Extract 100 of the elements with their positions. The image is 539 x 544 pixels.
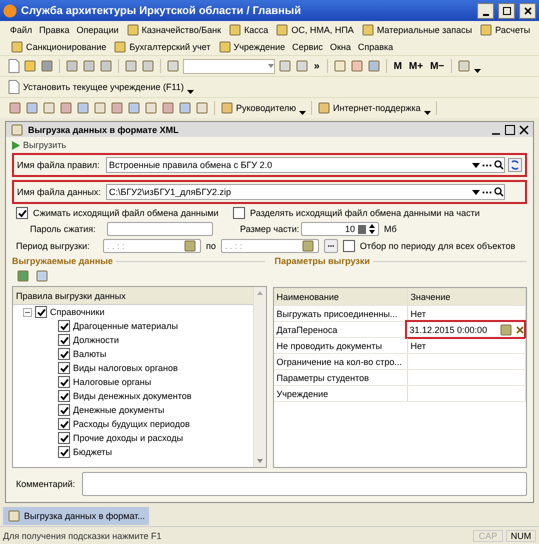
checkbox[interactable]	[58, 348, 70, 360]
status-hint: Для получения подсказки нажмите F1	[3, 530, 163, 540]
checkbox[interactable]	[58, 418, 70, 430]
tree-item[interactable]: Валюты	[73, 349, 106, 359]
tree-item[interactable]: Виды денежных документов	[73, 391, 192, 401]
tree-item[interactable]: Виды налоговых органов	[73, 363, 178, 373]
checkbox[interactable]	[58, 334, 70, 346]
section-title: Выгружаемые данные	[12, 256, 113, 266]
more-icon[interactable]	[482, 190, 492, 194]
close-button[interactable]	[519, 2, 536, 18]
checkbox[interactable]	[342, 240, 355, 252]
menu-item[interactable]: Учреждение	[234, 42, 286, 52]
dropdown-icon[interactable]	[472, 162, 480, 168]
toolbar-icon[interactable]	[317, 101, 332, 115]
file-field[interactable]: Встроенные правила обмена с БГУ 2.0	[106, 157, 505, 173]
clear-icon[interactable]	[516, 326, 524, 334]
menu-item[interactable]: Справка	[358, 42, 394, 52]
checkbox[interactable]	[58, 362, 70, 374]
menu-item[interactable]: Бухгалтерский учет	[129, 42, 210, 52]
menu-item[interactable]: Материальные запасы	[376, 24, 472, 34]
toolbar-icon[interactable]	[366, 59, 381, 73]
toolbar-button[interactable]: Интернет-поддержка	[333, 103, 421, 113]
comment-field[interactable]	[82, 472, 527, 496]
export-button[interactable]: Выгрузить	[12, 140, 66, 150]
scrollbar[interactable]	[252, 287, 266, 467]
more-icon[interactable]	[482, 164, 492, 166]
tree-item[interactable]: Прочие доходы и расходы	[73, 433, 184, 443]
toolbar-icon[interactable]	[278, 59, 292, 73]
toolbar-icon[interactable]	[99, 59, 113, 73]
set-institution-button[interactable]: Установить текущее учреждение (F11)	[23, 82, 184, 92]
menu-item[interactable]: Санкционирование	[26, 42, 106, 52]
caret-icon[interactable]	[299, 111, 306, 115]
field-label: Размер части:	[240, 224, 296, 234]
checkbox[interactable]	[58, 390, 70, 402]
file-field[interactable]: C:\БГУ2\изБГУ1_дляБГУ2.zip	[106, 184, 505, 200]
caret-icon[interactable]	[424, 111, 431, 115]
more-button[interactable]: »	[312, 60, 322, 72]
tree-item[interactable]: Драгоценные материалы	[73, 321, 178, 331]
toolbar-icon[interactable]	[332, 59, 347, 73]
more-button[interactable]	[324, 239, 338, 253]
part-size-field[interactable]: 10	[301, 222, 379, 236]
toolbar-icon[interactable]	[124, 59, 138, 73]
menu-item[interactable]: Казначейство/Банк	[142, 24, 222, 34]
checkbox[interactable]	[58, 432, 70, 444]
taskbar-button[interactable]: Выгрузка данных в формат...	[3, 507, 149, 525]
tree-item[interactable]: Справочники	[50, 307, 105, 317]
memory-button[interactable]: M−	[428, 60, 446, 72]
document-icon[interactable]	[8, 59, 20, 73]
search-field[interactable]	[183, 58, 275, 74]
spinner-icon[interactable]	[369, 224, 375, 234]
menu-item[interactable]: Сервис	[292, 42, 323, 52]
dropdown-icon[interactable]	[472, 190, 480, 194]
column-header: Наименование	[274, 288, 408, 305]
checkbox[interactable]	[35, 306, 47, 318]
checkbox[interactable]	[58, 320, 70, 332]
tree-item[interactable]: Расходы будущих периодов	[73, 419, 190, 429]
memory-button[interactable]: M+	[406, 60, 426, 72]
tree-item[interactable]: Должности	[73, 335, 119, 345]
toolbar-icon[interactable]	[457, 59, 472, 73]
maximize-icon[interactable]	[505, 124, 515, 134]
tree-item[interactable]: Налоговые органы	[73, 377, 152, 387]
column-header: Значение	[408, 288, 526, 305]
field-label: Комментарий:	[16, 479, 72, 489]
checkbox[interactable]	[58, 446, 70, 458]
menu-icon	[126, 22, 140, 36]
close-icon[interactable]	[519, 124, 529, 134]
maximize-button[interactable]	[498, 2, 515, 18]
menu-item[interactable]: Расчеты	[495, 24, 530, 34]
menu-item[interactable]: Касса	[244, 24, 268, 34]
collapse-icon[interactable]	[23, 308, 32, 316]
tree-item[interactable]: Денежные документы	[73, 405, 164, 415]
checkbox[interactable]	[58, 404, 70, 416]
toolbar-icon[interactable]	[82, 59, 96, 73]
menu-item[interactable]: Операции	[76, 24, 119, 34]
toolbar-button[interactable]: Руководителю	[236, 103, 296, 113]
checkbox-label: Сжимать исходящий файл обмена данными	[33, 208, 220, 218]
caret-icon[interactable]	[186, 90, 194, 94]
menu-item[interactable]: Окна	[330, 42, 351, 52]
checkbox[interactable]	[16, 207, 28, 219]
caret-icon[interactable]	[474, 69, 482, 73]
tree-item[interactable]: Бюджеты	[73, 447, 112, 457]
menu-icon	[228, 22, 242, 36]
password-field[interactable]	[107, 222, 213, 236]
checkbox[interactable]	[58, 376, 70, 388]
document-icon[interactable]	[8, 80, 20, 94]
field-label: Имя файла данных:	[17, 187, 102, 197]
menu-item[interactable]: Файл	[10, 24, 32, 34]
field-label: по	[206, 241, 216, 251]
menu-item[interactable]: Правка	[39, 24, 70, 34]
toolbar-icon[interactable]	[295, 59, 309, 73]
memory-button[interactable]: M	[392, 60, 404, 72]
dialog-title: Выгрузка данных в формате XML	[28, 124, 180, 134]
toolbar-icon[interactable]	[65, 59, 79, 73]
date-field[interactable]: 31.12.2015 0:00:00	[404, 320, 526, 339]
refresh-icon[interactable]	[508, 158, 522, 172]
toolbar-icon[interactable]	[220, 101, 234, 115]
menu-item[interactable]: ОС, НМА, НПА	[291, 24, 354, 34]
toolbar-icon[interactable]	[141, 59, 155, 73]
minimize-button[interactable]	[477, 2, 494, 18]
checkbox[interactable]	[233, 207, 245, 219]
